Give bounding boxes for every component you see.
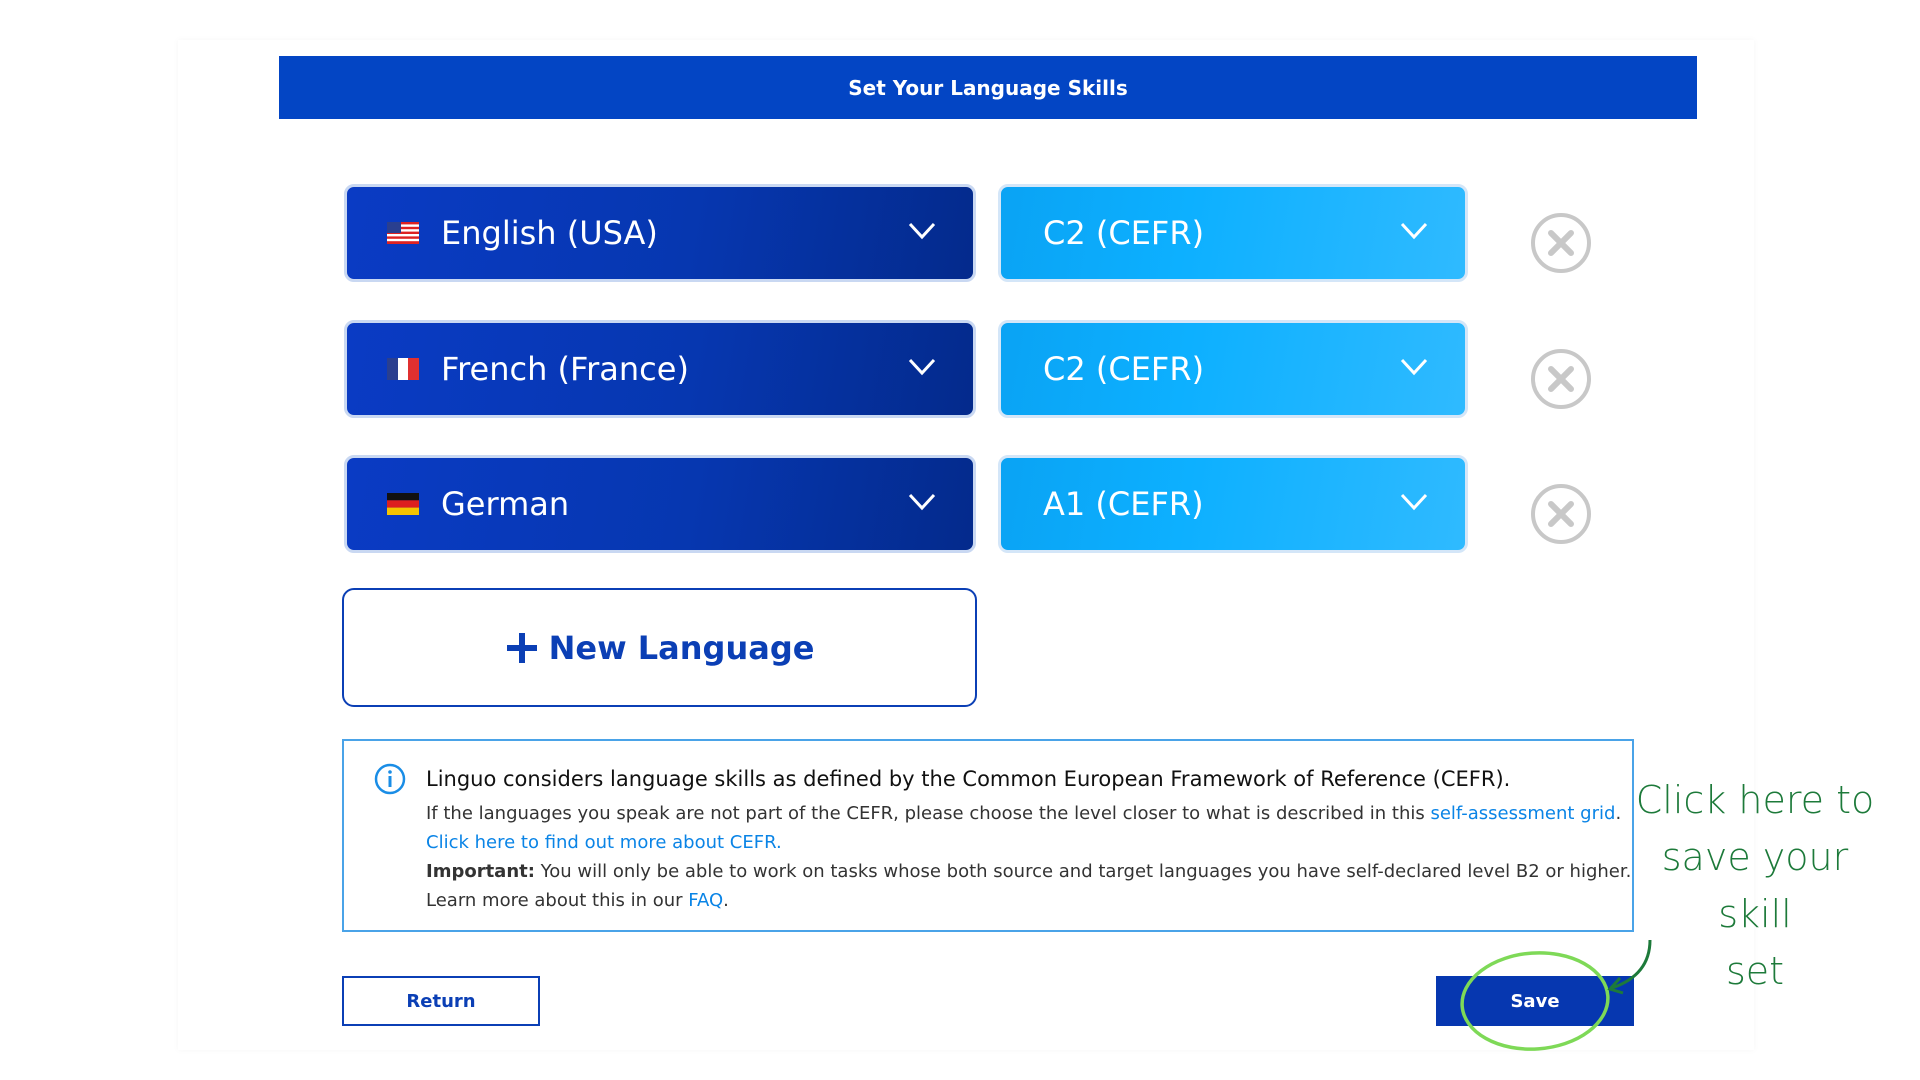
self-assessment-grid-link[interactable]: self-assessment grid bbox=[1430, 803, 1615, 824]
cefr-info-box: Linguo considers language skills as defi… bbox=[342, 739, 1634, 932]
level-label-1: C2 (CEFR) bbox=[1043, 214, 1205, 252]
level-label-2: C2 (CEFR) bbox=[1043, 350, 1205, 388]
chevron-down-icon bbox=[908, 493, 936, 511]
close-icon bbox=[1548, 366, 1574, 392]
return-button[interactable]: Return bbox=[342, 976, 540, 1026]
plus-icon bbox=[506, 632, 537, 663]
save-annotation: Click here to save your skill set bbox=[1630, 772, 1880, 1000]
language-label-1: English (USA) bbox=[441, 214, 658, 252]
remove-language-button-1[interactable] bbox=[1531, 213, 1591, 273]
chevron-down-icon bbox=[908, 358, 936, 376]
chevron-down-icon bbox=[1400, 358, 1428, 376]
info-line-1: If the languages you speak are not part … bbox=[426, 803, 1621, 824]
de-flag-icon bbox=[387, 493, 419, 515]
info-text: Learn more about this in our bbox=[426, 890, 689, 911]
fr-flag-icon bbox=[387, 358, 419, 380]
language-label-3: German bbox=[441, 485, 570, 523]
info-icon bbox=[374, 763, 406, 795]
level-select-3[interactable]: A1 (CEFR) bbox=[998, 455, 1468, 553]
info-line-3: Important: You will only be able to work… bbox=[426, 861, 1631, 882]
annotation-line-3: set bbox=[1725, 949, 1785, 993]
language-select-3[interactable]: German bbox=[344, 455, 976, 553]
language-label-2: French (France) bbox=[441, 350, 689, 388]
remove-language-button-2[interactable] bbox=[1531, 349, 1591, 409]
language-select-2[interactable]: French (France) bbox=[344, 320, 976, 418]
language-select-1[interactable]: English (USA) bbox=[344, 184, 976, 282]
level-label-3: A1 (CEFR) bbox=[1043, 485, 1204, 523]
annotation-line-1: Click here to bbox=[1635, 778, 1875, 822]
info-text: You will only be able to work on tasks w… bbox=[534, 861, 1632, 882]
info-line-2: Click here to find out more about CEFR. bbox=[426, 832, 782, 853]
important-label: Important: bbox=[426, 861, 535, 882]
save-button[interactable]: Save bbox=[1436, 976, 1634, 1026]
faq-link[interactable]: FAQ bbox=[688, 890, 723, 911]
page-title: Set Your Language Skills bbox=[279, 56, 1697, 119]
remove-language-button-3[interactable] bbox=[1531, 484, 1591, 544]
new-language-button[interactable]: New Language bbox=[342, 588, 977, 707]
level-select-2[interactable]: C2 (CEFR) bbox=[998, 320, 1468, 418]
chevron-down-icon bbox=[908, 222, 936, 240]
cefr-info-link[interactable]: Click here to find out more about CEFR. bbox=[426, 832, 782, 853]
close-icon bbox=[1548, 230, 1574, 256]
new-language-label: New Language bbox=[548, 628, 815, 667]
annotation-line-2: save your skill bbox=[1661, 835, 1849, 936]
level-select-1[interactable]: C2 (CEFR) bbox=[998, 184, 1468, 282]
info-text: If the languages you speak are not part … bbox=[426, 803, 1431, 824]
close-icon bbox=[1548, 501, 1574, 527]
chevron-down-icon bbox=[1400, 493, 1428, 511]
chevron-down-icon bbox=[1400, 222, 1428, 240]
info-line-4: Learn more about this in our FAQ. bbox=[426, 890, 729, 911]
info-text: . bbox=[1615, 803, 1622, 824]
info-text: . bbox=[723, 890, 729, 911]
info-heading: Linguo considers language skills as defi… bbox=[426, 767, 1511, 791]
us-flag-icon bbox=[387, 222, 419, 244]
